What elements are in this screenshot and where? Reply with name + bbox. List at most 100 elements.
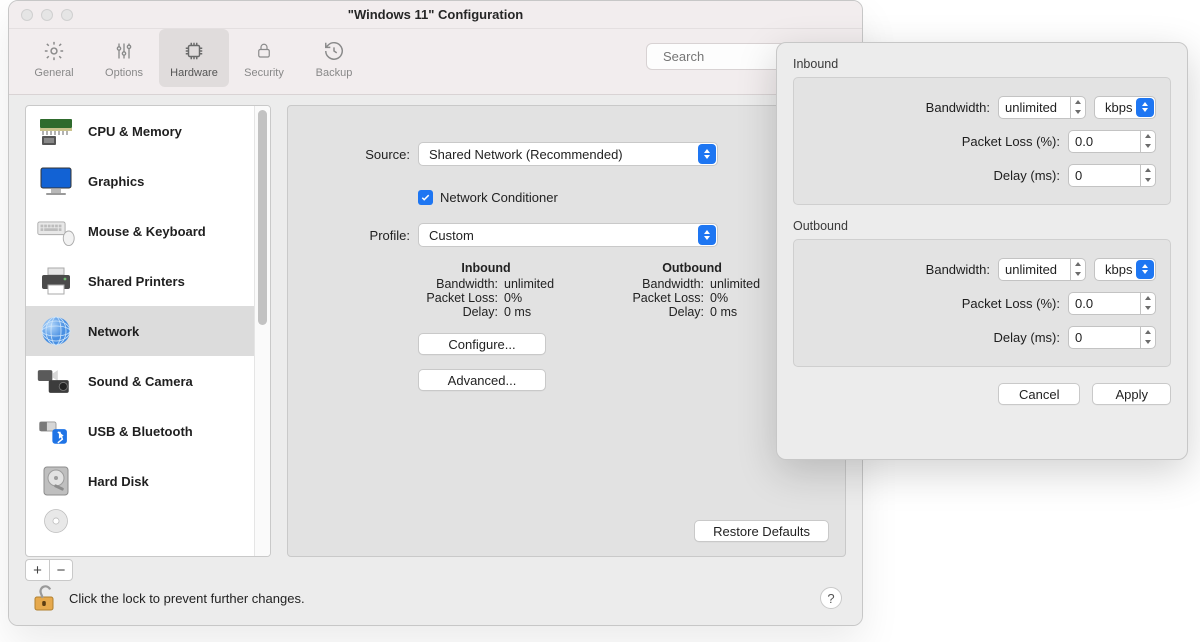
apply-button[interactable]: Apply	[1092, 383, 1171, 405]
inbound-bandwidth-unit-select[interactable]: kbps	[1094, 96, 1156, 119]
step-up[interactable]	[1141, 165, 1155, 176]
sidebar-item-label: Shared Printers	[88, 274, 185, 289]
remove-button[interactable]: −	[49, 559, 73, 581]
sidebar-item-label: Sound & Camera	[88, 374, 193, 389]
label: Packet Loss:	[418, 291, 498, 305]
outbound-summary: Outbound Bandwidth:unlimited Packet Loss…	[624, 261, 760, 319]
configure-button[interactable]: Configure...	[418, 333, 546, 355]
window-title: "Windows 11" Configuration	[9, 7, 862, 22]
network-conditioner-popover: Inbound Bandwidth: kbps Packet Loss (%):	[776, 42, 1188, 460]
sidebar-item-cd-dvd[interactable]	[26, 506, 260, 536]
outbound-packet-loss-stepper[interactable]	[1068, 292, 1156, 315]
value: 0 ms	[710, 305, 737, 319]
unit-value: kbps	[1105, 100, 1132, 115]
button-label: Restore Defaults	[713, 524, 810, 539]
step-down[interactable]	[1141, 303, 1155, 314]
sidebar-item-label: USB & Bluetooth	[88, 424, 193, 439]
sidebar-item-mouse-keyboard[interactable]: Mouse & Keyboard	[26, 206, 260, 256]
source-value: Shared Network (Recommended)	[429, 147, 623, 162]
toolbar-label: Options	[89, 67, 159, 79]
step-up[interactable]	[1141, 293, 1155, 304]
outbound-packet-loss-input[interactable]	[1068, 292, 1140, 315]
inbound-bandwidth-stepper[interactable]	[998, 96, 1086, 119]
hard-disk-icon	[36, 463, 76, 499]
step-down[interactable]	[1071, 269, 1085, 280]
unlock-icon[interactable]	[29, 583, 59, 613]
step-down[interactable]	[1141, 175, 1155, 186]
keyboard-mouse-icon	[36, 213, 76, 249]
step-down[interactable]	[1071, 107, 1085, 118]
monitor-icon	[36, 163, 76, 199]
sidebar-scrollbar[interactable]	[254, 106, 270, 556]
sound-camera-icon	[36, 363, 76, 399]
button-label: Advanced...	[448, 373, 517, 388]
toolbar: General Options Hardware Security	[9, 29, 862, 95]
sidebar-item-cpu-memory[interactable]: CPU & Memory	[26, 106, 260, 156]
button-label: Configure...	[448, 337, 515, 352]
button-label: Apply	[1115, 387, 1148, 402]
inbound-packet-loss-input[interactable]	[1068, 130, 1140, 153]
configuration-window: "Windows 11" Configuration General Optio…	[8, 0, 863, 626]
outbound-bandwidth-unit-select[interactable]: kbps	[1094, 258, 1156, 281]
packet-loss-label: Packet Loss (%):	[808, 134, 1060, 149]
inbound-bandwidth-input[interactable]	[998, 96, 1070, 119]
sidebar-item-network[interactable]: Network	[26, 306, 260, 356]
outbound-bandwidth-input[interactable]	[998, 258, 1070, 281]
help-button[interactable]: ?	[820, 587, 842, 609]
toolbar-item-backup[interactable]: Backup	[299, 29, 369, 87]
step-up[interactable]	[1071, 97, 1085, 108]
history-icon	[299, 37, 369, 65]
step-down[interactable]	[1141, 337, 1155, 348]
delay-label: Delay (ms):	[808, 330, 1060, 345]
sidebar-item-sound-camera[interactable]: Sound & Camera	[26, 356, 260, 406]
usb-bluetooth-icon	[36, 413, 76, 449]
toolbar-item-options[interactable]: Options	[89, 29, 159, 87]
label: Delay:	[624, 305, 704, 319]
sidebar-item-hard-disk[interactable]: Hard Disk	[26, 456, 260, 506]
toolbar-item-hardware[interactable]: Hardware	[159, 29, 229, 87]
advanced-button[interactable]: Advanced...	[418, 369, 546, 391]
sidebar-item-label: Mouse & Keyboard	[88, 224, 206, 239]
toolbar-label: Backup	[299, 67, 369, 79]
titlebar[interactable]: "Windows 11" Configuration	[9, 1, 862, 29]
outbound-delay-input[interactable]	[1068, 326, 1140, 349]
restore-defaults-button[interactable]: Restore Defaults	[694, 520, 829, 542]
outbound-bandwidth-stepper[interactable]	[998, 258, 1086, 281]
step-up[interactable]	[1141, 327, 1155, 338]
inbound-delay-input[interactable]	[1068, 164, 1140, 187]
sidebar-item-shared-printers[interactable]: Shared Printers	[26, 256, 260, 306]
toolbar-label: Hardware	[159, 67, 229, 79]
packet-loss-label: Packet Loss (%):	[808, 296, 1060, 311]
toolbar-label: General	[19, 67, 89, 79]
bandwidth-label: Bandwidth:	[808, 100, 990, 115]
cancel-button[interactable]: Cancel	[998, 383, 1080, 405]
chevron-updown-icon	[1136, 260, 1154, 279]
sidebar-item-label: CPU & Memory	[88, 124, 182, 139]
inbound-delay-stepper[interactable]	[1068, 164, 1156, 187]
outbound-delay-stepper[interactable]	[1068, 326, 1156, 349]
inbound-summary: Inbound Bandwidth:unlimited Packet Loss:…	[418, 261, 554, 319]
sidebar-item-usb-bluetooth[interactable]: USB & Bluetooth	[26, 406, 260, 456]
step-down[interactable]	[1141, 141, 1155, 152]
sidebar-item-graphics[interactable]: Graphics	[26, 156, 260, 206]
toolbar-label: Security	[229, 67, 299, 79]
toolbar-item-security[interactable]: Security	[229, 29, 299, 87]
help-icon: ?	[827, 591, 834, 606]
scrollbar-thumb[interactable]	[258, 110, 267, 325]
chip-icon	[159, 37, 229, 65]
network-conditioner-label: Network Conditioner	[440, 190, 558, 205]
bandwidth-label: Bandwidth:	[808, 262, 990, 277]
toolbar-item-general[interactable]: General	[19, 29, 89, 87]
network-conditioner-checkbox[interactable]	[418, 190, 433, 205]
add-button[interactable]: +	[25, 559, 49, 581]
delay-label: Delay (ms):	[808, 168, 1060, 183]
profile-select[interactable]: Custom	[418, 223, 718, 247]
value: 0 ms	[504, 305, 531, 319]
value: unlimited	[710, 277, 760, 291]
source-select[interactable]: Shared Network (Recommended)	[418, 142, 718, 166]
gear-icon	[19, 37, 89, 65]
inbound-packet-loss-stepper[interactable]	[1068, 130, 1156, 153]
value: 0%	[504, 291, 522, 305]
step-up[interactable]	[1141, 131, 1155, 142]
step-up[interactable]	[1071, 259, 1085, 270]
